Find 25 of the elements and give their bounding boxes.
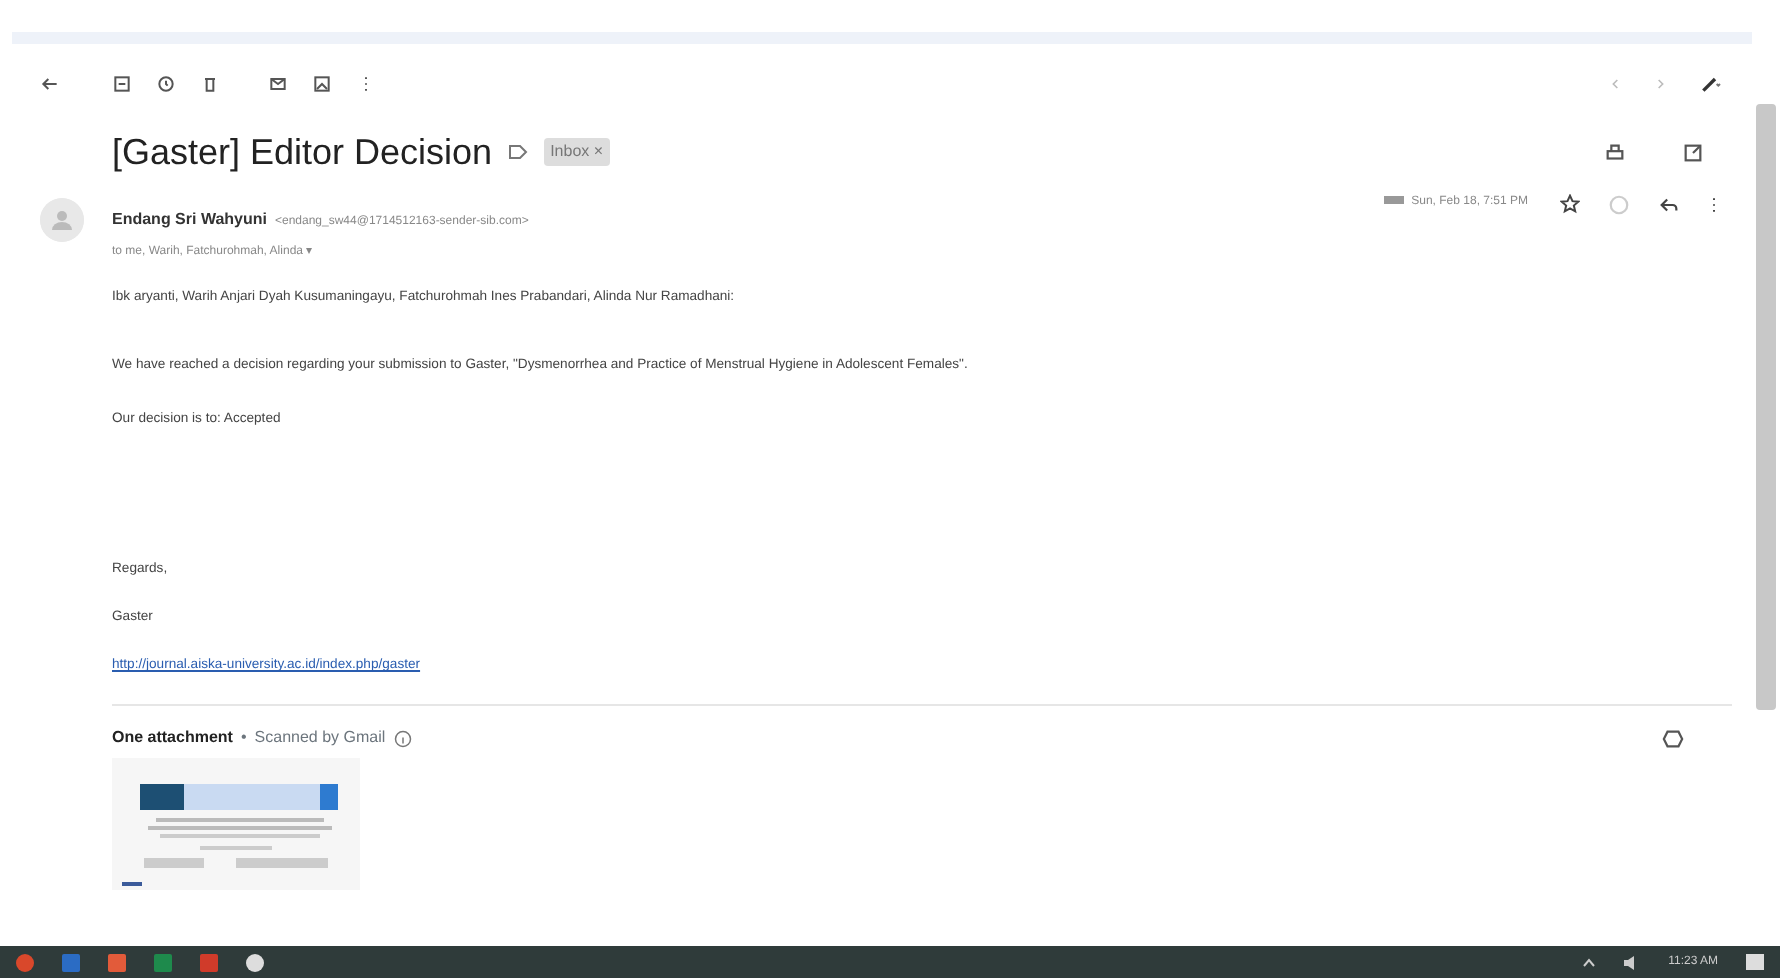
tray-chevron-icon[interactable] xyxy=(1582,957,1597,967)
info-icon[interactable] xyxy=(393,729,412,748)
scan-note: Scanned by Gmail xyxy=(254,726,386,751)
archive-icon[interactable] xyxy=(112,74,132,94)
star-icon[interactable] xyxy=(1560,194,1580,214)
label-icon xyxy=(508,144,529,160)
email-subject: [Gaster] Editor Decision xyxy=(112,129,493,176)
trash-icon[interactable] xyxy=(200,74,220,94)
image-icon[interactable] xyxy=(312,74,332,94)
notification-icon[interactable] xyxy=(1746,953,1764,971)
open-new-window-icon[interactable] xyxy=(1682,141,1704,163)
attachment-heading: One attachment xyxy=(112,726,233,751)
mail-icon[interactable] xyxy=(268,74,288,94)
sender-name: Endang Sri Wahyuni xyxy=(112,210,267,228)
back-icon[interactable] xyxy=(40,74,60,94)
excel-icon[interactable] xyxy=(154,953,172,971)
reply-icon[interactable] xyxy=(1658,194,1680,216)
pen-icon[interactable] xyxy=(1696,74,1724,94)
browser-icon[interactable] xyxy=(16,953,34,971)
clock-icon[interactable] xyxy=(156,74,176,94)
separator-dot: • xyxy=(240,726,247,751)
scrollbar[interactable] xyxy=(1756,104,1776,710)
attachment-preview-drawing[interactable] xyxy=(112,758,360,891)
label-chip[interactable]: Inbox × xyxy=(544,138,610,166)
print-icon[interactable] xyxy=(1604,141,1626,163)
